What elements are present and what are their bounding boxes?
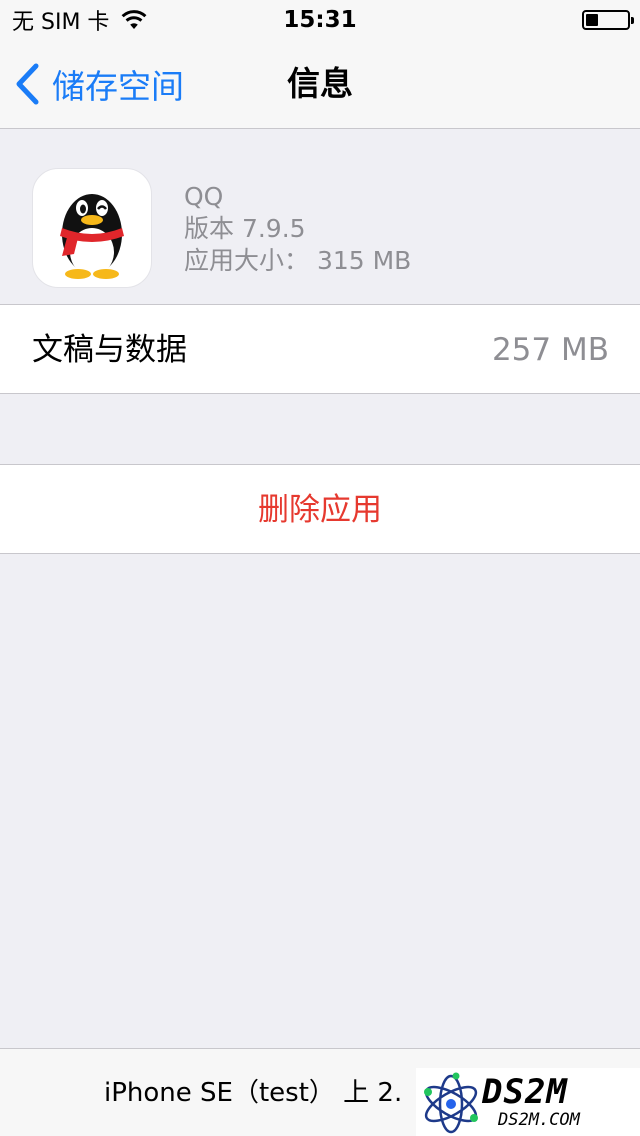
documents-and-data-row: 文稿与数据 257 MB xyxy=(0,305,640,394)
documents-value: 257 MB xyxy=(491,332,609,368)
battery-icon xyxy=(582,10,634,30)
app-version: 版本 7.9.5 xyxy=(184,214,306,243)
status-bar: 无 SIM 卡 15:31 xyxy=(0,0,640,40)
delete-app-button[interactable]: 删除应用 xyxy=(0,464,640,554)
app-size: 应用大小： 315 MB xyxy=(184,246,412,275)
screen: 无 SIM 卡 15:31 储存空间 信息 QQ 版本 7.9.5 应用大小： … xyxy=(0,0,640,1136)
watermark-url: DS2M.COM xyxy=(498,1110,580,1130)
watermark-logo: DS2M DS2M.COM xyxy=(416,1068,640,1136)
watermark-title: DS2M xyxy=(482,1072,568,1112)
page-title: 信息 xyxy=(287,64,353,103)
status-time: 15:31 xyxy=(283,7,357,33)
nav-bar: 储存空间 信息 xyxy=(0,40,640,129)
battery-level xyxy=(586,14,598,26)
device-usage-text: iPhone SE（test） 上 2. xyxy=(104,1078,403,1108)
app-header: QQ 版本 7.9.5 应用大小： 315 MB xyxy=(0,129,640,305)
delete-app-label: 删除应用 xyxy=(258,492,382,528)
documents-label: 文稿与数据 xyxy=(32,332,187,368)
qq-penguin-icon xyxy=(32,168,152,288)
app-meta: QQ 版本 7.9.5 应用大小： 315 MB xyxy=(184,181,411,277)
atom-icon xyxy=(424,1072,478,1134)
app-name: QQ xyxy=(184,182,224,211)
